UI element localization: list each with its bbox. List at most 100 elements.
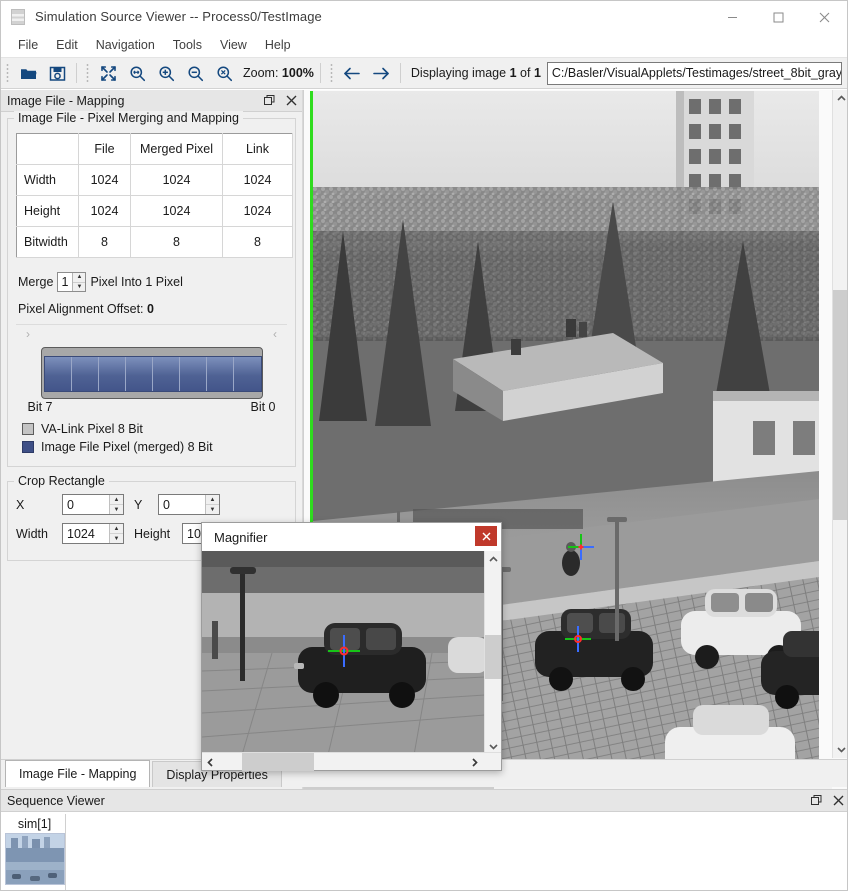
displaying-image-status: Displaying image 1 of 1: [411, 66, 541, 80]
left-dock-header: Image File - Mapping: [1, 90, 302, 112]
viewer-vertical-scrollbar[interactable]: [832, 90, 848, 758]
bit-cell-2: [180, 357, 207, 391]
menu-item-tools[interactable]: Tools: [164, 35, 211, 55]
crop-x-stepper-down[interactable]: ▼: [110, 505, 123, 514]
arrow-right-icon[interactable]: [367, 60, 396, 86]
bit-cell-6: [72, 357, 99, 391]
menu-item-edit[interactable]: Edit: [47, 35, 87, 55]
legend-item-va-link: VA-Link Pixel 8 Bit: [22, 422, 287, 436]
scroll-down-icon[interactable]: [485, 738, 501, 752]
row-label-width: Width: [17, 165, 79, 196]
pixel-merging-group-title: Image File - Pixel Merging and Mapping: [14, 111, 243, 125]
tab-image-file-mapping[interactable]: Image File - Mapping: [5, 760, 150, 787]
magnifier-dialog[interactable]: Magnifier: [201, 522, 502, 771]
crop-width-stepper-up[interactable]: ▲: [110, 524, 123, 534]
crop-height-label: Height: [134, 527, 182, 541]
zoom-value: 100%: [282, 66, 314, 80]
cell-height-link: 1024: [223, 196, 293, 227]
float-window-icon[interactable]: [258, 91, 280, 111]
merge-pixel-row: Merge 1 ▲ ▼ Pixel Into 1 Pixel: [18, 272, 287, 292]
cell-bitwidth-link: 8: [223, 227, 293, 258]
row-label-bitwidth: Bitwidth: [17, 227, 79, 258]
window-title: Simulation Source Viewer -- Process0/Tes…: [35, 9, 322, 24]
offset-value: 0: [147, 302, 154, 316]
float-window-icon[interactable]: [805, 791, 827, 811]
crop-x-label: X: [16, 498, 62, 512]
zoom-readout: Zoom: 100%: [243, 66, 314, 80]
title-bar: Simulation Source Viewer -- Process0/Tes…: [1, 1, 847, 33]
crop-y-stepper-down[interactable]: ▼: [206, 505, 219, 514]
scroll-left-icon[interactable]: [202, 753, 219, 771]
merge-quantity-stepper[interactable]: 1 ▲ ▼: [57, 272, 86, 292]
crop-x-stepper-up[interactable]: ▲: [110, 495, 123, 505]
viewer-vscroll-thumb[interactable]: [833, 290, 848, 520]
offset-label: Pixel Alignment Offset:: [18, 302, 144, 316]
magnifier-canvas[interactable]: [202, 551, 501, 752]
zoom-reset-icon[interactable]: [210, 60, 239, 86]
crop-x-input[interactable]: 0 ▲▼: [62, 494, 124, 515]
crop-y-input[interactable]: 0 ▲▼: [158, 494, 220, 515]
table-row: Width 1024 1024 1024: [17, 165, 293, 196]
menu-item-view[interactable]: View: [211, 35, 256, 55]
magnifier-close-button[interactable]: [475, 526, 497, 546]
close-button[interactable]: [801, 1, 847, 33]
crosshair-marker-icon: [568, 534, 594, 560]
toolbar-grip-2[interactable]: [84, 62, 92, 84]
cell-bitwidth-file: 8: [79, 227, 131, 258]
zoom-fit-icon[interactable]: [123, 60, 152, 86]
maximize-button[interactable]: [755, 1, 801, 33]
magnifier-vscroll-thumb[interactable]: [485, 635, 501, 679]
table-row: Bitwidth 8 8 8: [17, 227, 293, 258]
zoom-in-icon[interactable]: [152, 60, 181, 86]
sequence-viewer-panel: Sequence Viewer sim[1]: [1, 789, 848, 891]
bit-mapping-visual: › ‹: [16, 324, 287, 454]
save-disk-icon[interactable]: [43, 60, 72, 86]
toolbar-separator-2: [320, 63, 321, 83]
fit-to-window-icon[interactable]: [94, 60, 123, 86]
toolbar-grip-3[interactable]: [328, 62, 336, 84]
magnifier-horizontal-scrollbar[interactable]: [202, 752, 501, 770]
menu-item-file[interactable]: File: [9, 35, 47, 55]
menu-item-navigation[interactable]: Navigation: [87, 35, 164, 55]
va-link-pixel-bar[interactable]: [41, 347, 263, 399]
merge-prefix-label: Merge: [18, 275, 53, 289]
bit-cell-3: [153, 357, 180, 391]
sequence-item-label: sim[1]: [4, 814, 65, 833]
sequence-item-thumbnail[interactable]: [5, 833, 65, 885]
merge-stepper-up[interactable]: ▲: [73, 273, 85, 283]
zoom-out-icon[interactable]: [181, 60, 210, 86]
minimize-button[interactable]: [709, 1, 755, 33]
pixel-alignment-offset-row: Pixel Alignment Offset: 0: [18, 302, 287, 316]
close-icon[interactable]: [827, 791, 848, 811]
scroll-up-icon[interactable]: [833, 90, 848, 107]
image-path-input[interactable]: C:/Basler/VisualApplets/Testimages/stree…: [547, 62, 842, 85]
cell-width-link: 1024: [223, 165, 293, 196]
bit-shift-right-icon[interactable]: ‹: [273, 327, 277, 341]
close-icon[interactable]: [280, 91, 302, 111]
scroll-up-icon[interactable]: [485, 551, 501, 568]
toolbar-separator: [76, 63, 77, 83]
toolbar-grip[interactable]: [4, 62, 12, 84]
magnified-street-photo: [202, 551, 485, 752]
legend-label-va-link: VA-Link Pixel 8 Bit: [41, 422, 143, 436]
menu-item-help[interactable]: Help: [256, 35, 300, 55]
merge-stepper-down[interactable]: ▼: [73, 283, 85, 292]
image-path-value: C:/Basler/VisualApplets/Testimages/stree…: [552, 66, 842, 80]
crop-y-stepper-up[interactable]: ▲: [206, 495, 219, 505]
magnifier-hscroll-thumb[interactable]: [242, 753, 314, 771]
crop-width-input[interactable]: 1024 ▲▼: [62, 523, 124, 544]
tab-label: Image File - Mapping: [19, 767, 136, 781]
pixel-merging-groupbox: Image File - Pixel Merging and Mapping F…: [7, 118, 296, 467]
magnifier-title-bar[interactable]: Magnifier: [202, 523, 501, 551]
scroll-right-icon[interactable]: [466, 753, 483, 771]
displaying-total: 1: [534, 66, 541, 80]
magnifier-vertical-scrollbar[interactable]: [484, 551, 501, 752]
merge-suffix-label: Pixel Into 1 Pixel: [90, 275, 182, 289]
arrow-left-icon[interactable]: [338, 60, 367, 86]
crop-width-stepper-down[interactable]: ▼: [110, 534, 123, 543]
list-item[interactable]: sim[1]: [4, 814, 66, 890]
bit-shift-left-icon[interactable]: ›: [26, 327, 30, 341]
bit-axis-labels: Bit 7 Bit 0: [28, 400, 276, 414]
open-folder-icon[interactable]: [14, 60, 43, 86]
scroll-down-icon[interactable]: [833, 741, 848, 758]
